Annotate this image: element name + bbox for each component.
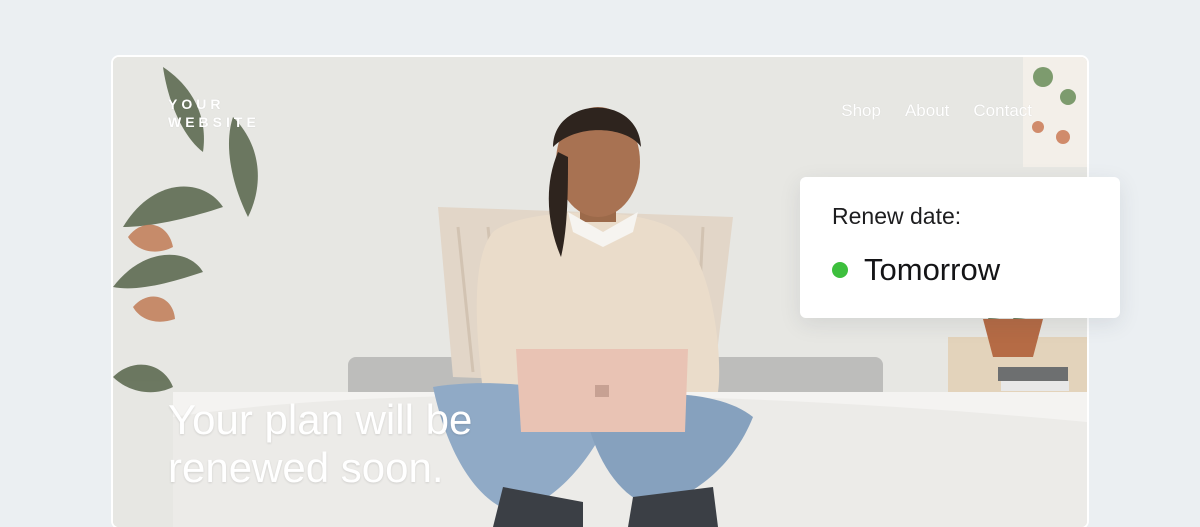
site-nav: Shop About Contact bbox=[841, 101, 1032, 121]
renew-date-card: Renew date: Tomorrow bbox=[800, 177, 1120, 318]
site-logo[interactable]: YOUR WEBSITE bbox=[168, 95, 260, 131]
nav-link-shop[interactable]: Shop bbox=[841, 101, 881, 121]
nav-link-contact[interactable]: Contact bbox=[973, 101, 1032, 121]
status-dot-icon bbox=[832, 262, 848, 278]
hero-headline: Your plan will be renewed soon. bbox=[168, 396, 473, 492]
nav-link-about[interactable]: About bbox=[905, 101, 949, 121]
renew-status-row: Tomorrow bbox=[832, 253, 1088, 287]
renew-date-value: Tomorrow bbox=[864, 252, 1001, 287]
renew-date-label: Renew date: bbox=[832, 203, 962, 229]
